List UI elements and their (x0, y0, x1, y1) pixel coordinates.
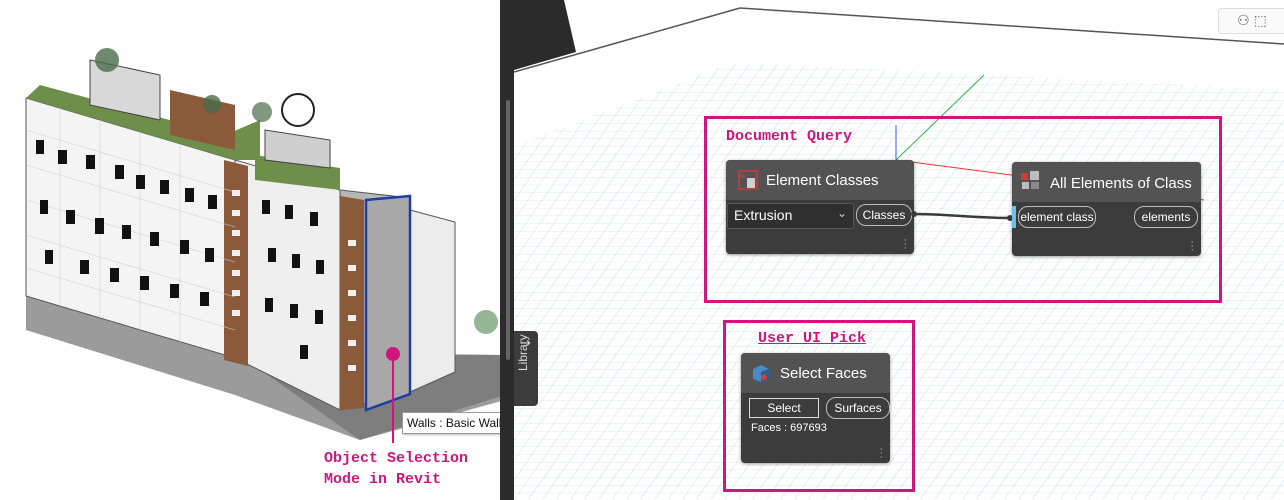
element-tooltip: Walls : Basic Wall : Core - Concrete 12"… (402, 412, 500, 434)
output-port-classes[interactable]: Classes (856, 204, 912, 226)
more-dots-icon[interactable]: · · · (1190, 237, 1194, 256)
scrollbar-thumb[interactable] (506, 100, 510, 360)
node-title: All Elements of Class (1050, 175, 1192, 192)
node-select-faces[interactable]: Select Faces Select Surfaces Faces : 697… (741, 353, 890, 463)
select-faces-icon (753, 365, 769, 382)
chevron-down-icon: ⌄ (836, 206, 847, 220)
group-title-document-query[interactable]: Document Query (726, 128, 852, 145)
selection-leader-line (392, 359, 394, 443)
orbit-icon[interactable]: ⚇ (1237, 13, 1250, 29)
selection-status: Faces : 697693 (751, 422, 827, 434)
element-classes-icon (738, 170, 758, 190)
view-toggle[interactable]: ⚇ ⬚ (1218, 8, 1284, 34)
annotation-line-2: Mode in Revit (324, 471, 442, 488)
all-elements-icon (1021, 171, 1039, 189)
annotation-object-selection: Object Selection Mode in Revit (324, 448, 468, 490)
more-dots-icon[interactable]: · · · (879, 444, 883, 463)
cube-view-icon[interactable]: ⬚ (1254, 13, 1267, 29)
revit-viewport[interactable]: Walls : Basic Wall : Core - Concrete 12"… (0, 0, 500, 500)
active-input-indicator (1012, 206, 1016, 228)
input-port-element-class[interactable]: element class (1018, 206, 1096, 228)
library-label: Library (516, 334, 530, 371)
library-tab[interactable]: → Library (514, 331, 538, 406)
node-element-classes[interactable]: Element Classes Extrusion ⌄ Classes · · · (726, 160, 914, 254)
node-title: Element Classes (766, 172, 879, 189)
group-title-user-ui-pick[interactable]: User UI Pick (758, 330, 866, 347)
class-dropdown[interactable]: Extrusion ⌄ (727, 203, 854, 229)
node-title: Select Faces (780, 365, 867, 382)
annotation-line-1: Object Selection (324, 450, 469, 467)
select-button[interactable]: Select (749, 398, 819, 418)
node-all-elements-of-class[interactable]: All Elements of Class element class elem… (1012, 162, 1201, 256)
output-port-elements[interactable]: elements (1134, 206, 1198, 228)
output-port-surfaces[interactable]: Surfaces (826, 397, 890, 419)
dropdown-value: Extrusion (734, 207, 793, 223)
dynamo-canvas[interactable]: Document Query Element Classes Extrusion… (514, 0, 1284, 500)
more-dots-icon[interactable]: · · · (903, 235, 907, 254)
